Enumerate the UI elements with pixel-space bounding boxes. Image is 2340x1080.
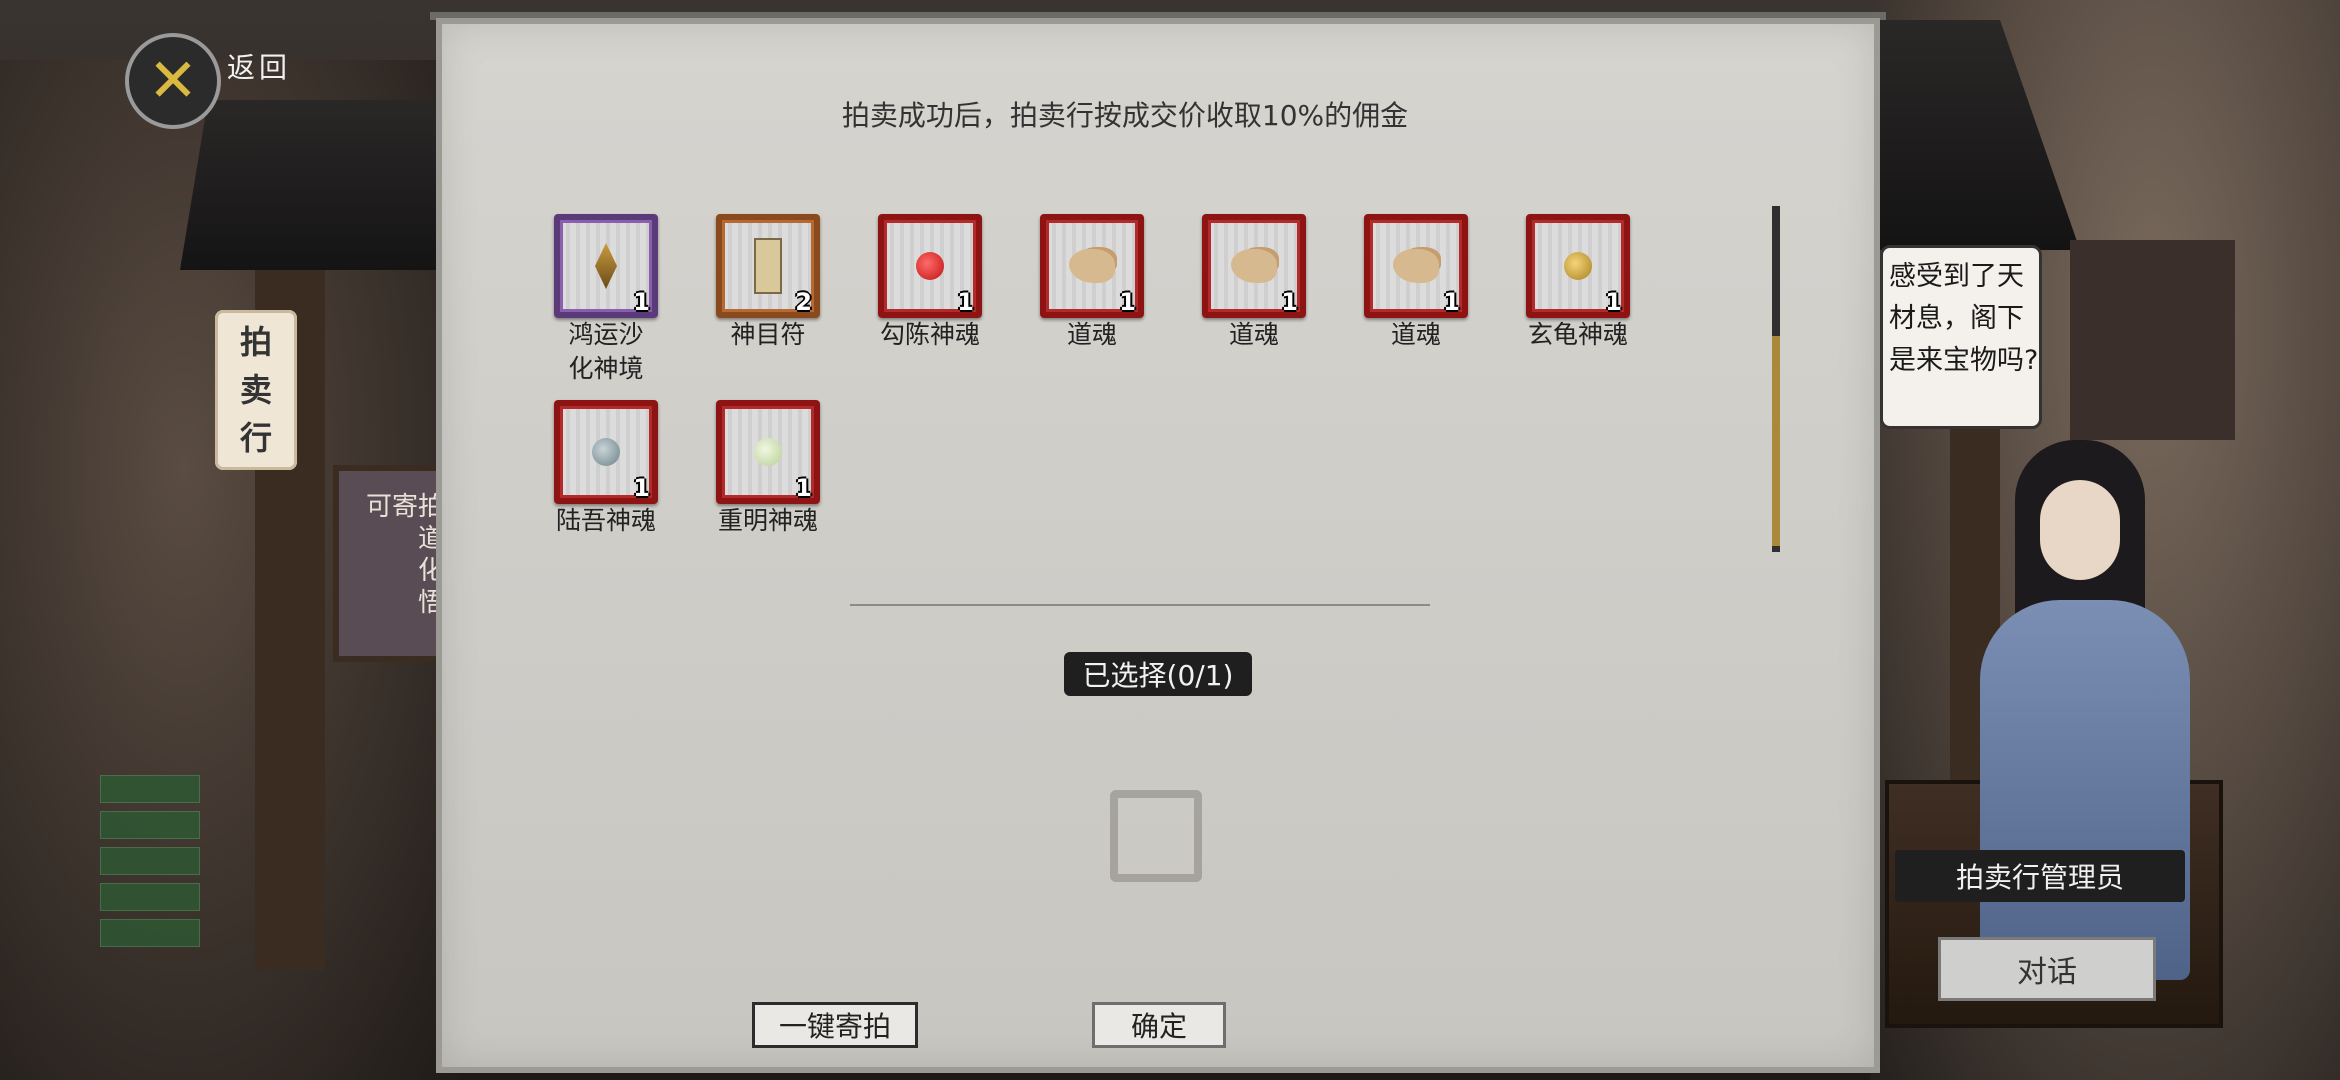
notice-line: 化 xyxy=(417,556,444,586)
back-button[interactable]: ✕ 返回 xyxy=(125,33,291,129)
inventory-item[interactable]: 1 玄龟神魂 xyxy=(1526,214,1630,352)
soul-icon xyxy=(1069,249,1115,283)
red-orb-icon xyxy=(916,252,944,280)
blue-orb-icon xyxy=(592,438,620,466)
item-count: 1 xyxy=(795,474,812,502)
item-count: 1 xyxy=(1119,288,1136,316)
item-name: 鸿运沙 化神境 xyxy=(536,318,676,386)
item-name: 神目符 xyxy=(730,320,806,349)
auction-manager-npc[interactable] xyxy=(1960,440,2210,1000)
item-count: 1 xyxy=(633,288,650,316)
sign-char: 行 xyxy=(239,419,272,457)
soul-icon xyxy=(1231,249,1277,283)
item-count: 2 xyxy=(795,288,812,316)
item-slot[interactable]: 1 xyxy=(878,214,982,318)
task-board xyxy=(2070,240,2235,440)
item-name: 勾陈神魂 xyxy=(879,320,980,349)
inventory-item[interactable]: 1 道魂 xyxy=(1040,214,1144,352)
item-count: 1 xyxy=(1443,288,1460,316)
item-slot[interactable]: 1 xyxy=(1526,214,1630,318)
gold-orb-icon xyxy=(1564,252,1592,280)
item-slot[interactable]: 1 xyxy=(554,214,658,318)
item-name-line: 鸿运沙 xyxy=(568,320,644,349)
item-slot[interactable]: 1 xyxy=(1364,214,1468,318)
npc-speech-bubble: 感受到了天材息，阁下是来宝物吗? xyxy=(1880,245,2042,429)
notice-line: 道 xyxy=(417,524,444,554)
talk-button[interactable]: 对话 xyxy=(1938,937,2156,1001)
notice-line: 悟 xyxy=(417,588,444,618)
side-quest-list xyxy=(100,775,200,955)
green-orb-icon xyxy=(754,438,782,466)
quest-entry xyxy=(100,775,200,803)
item-name-line: 化神境 xyxy=(568,354,644,383)
auction-house-sign: 拍 卖 行 xyxy=(215,310,297,470)
npc-body xyxy=(1980,600,2190,980)
item-name: 道魂 xyxy=(1390,320,1441,349)
item-count: 1 xyxy=(1281,288,1298,316)
quest-entry xyxy=(100,883,200,911)
consign-panel: 拍卖成功后，拍卖行按成交价收取10%的佣金 1 鸿运沙 化神境 2 神目符 1 xyxy=(436,18,1880,1073)
quest-entry xyxy=(100,919,200,947)
inventory-item[interactable]: 2 神目符 xyxy=(716,214,820,352)
item-name: 陆吾神魂 xyxy=(555,506,656,535)
quest-entry xyxy=(100,847,200,875)
item-count: 1 xyxy=(957,288,974,316)
inventory-item[interactable]: 1 陆吾神魂 xyxy=(554,400,658,538)
confirm-button[interactable]: 确定 xyxy=(1092,1002,1226,1048)
inventory-scrollbar[interactable] xyxy=(1772,206,1780,552)
back-label: 返回 xyxy=(227,51,292,84)
npc-face xyxy=(2040,480,2120,580)
close-icon[interactable]: ✕ xyxy=(125,33,221,129)
notice-line: 可寄拍 xyxy=(365,492,444,522)
inventory-item[interactable]: 1 鸿运沙 化神境 xyxy=(554,214,658,386)
item-name: 道魂 xyxy=(1066,320,1117,349)
inventory-item[interactable]: 1 勾陈神魂 xyxy=(878,214,982,352)
item-slot[interactable]: 2 xyxy=(716,214,820,318)
talisman-icon xyxy=(754,238,782,294)
commission-tip-text: 拍卖成功后，拍卖行按成交价收取10%的佣金 xyxy=(841,99,1409,132)
item-name: 重明神魂 xyxy=(717,506,818,535)
item-slot[interactable]: 1 xyxy=(716,400,820,504)
commission-tip: 拍卖成功后，拍卖行按成交价收取10%的佣金 xyxy=(442,94,1874,134)
inventory-item[interactable]: 1 道魂 xyxy=(1364,214,1468,352)
item-count: 1 xyxy=(633,474,650,502)
inventory-item[interactable]: 1 重明神魂 xyxy=(716,400,820,538)
sign-char: 卖 xyxy=(239,371,272,409)
item-slot[interactable]: 1 xyxy=(1040,214,1144,318)
npc-name-label: 拍卖行管理员 xyxy=(1895,850,2185,902)
sign-char: 拍 xyxy=(239,323,272,361)
item-slot[interactable]: 1 xyxy=(554,400,658,504)
selection-slot[interactable] xyxy=(1110,790,1202,882)
diamond-icon xyxy=(595,243,617,289)
item-name: 道魂 xyxy=(1228,320,1279,349)
inventory-item[interactable]: 1 道魂 xyxy=(1202,214,1306,352)
item-count: 1 xyxy=(1605,288,1622,316)
quest-entry xyxy=(100,811,200,839)
scroll-thumb[interactable] xyxy=(1772,336,1780,546)
divider xyxy=(850,604,1430,606)
selected-count-label: 已选择(0/1) xyxy=(1064,652,1252,696)
soul-icon xyxy=(1393,249,1439,283)
notice-board: 可寄拍 道 化 悟 xyxy=(333,465,450,662)
item-slot[interactable]: 1 xyxy=(1202,214,1306,318)
item-name: 玄龟神魂 xyxy=(1527,320,1628,349)
auction-all-button[interactable]: 一键寄拍 xyxy=(752,1002,918,1048)
